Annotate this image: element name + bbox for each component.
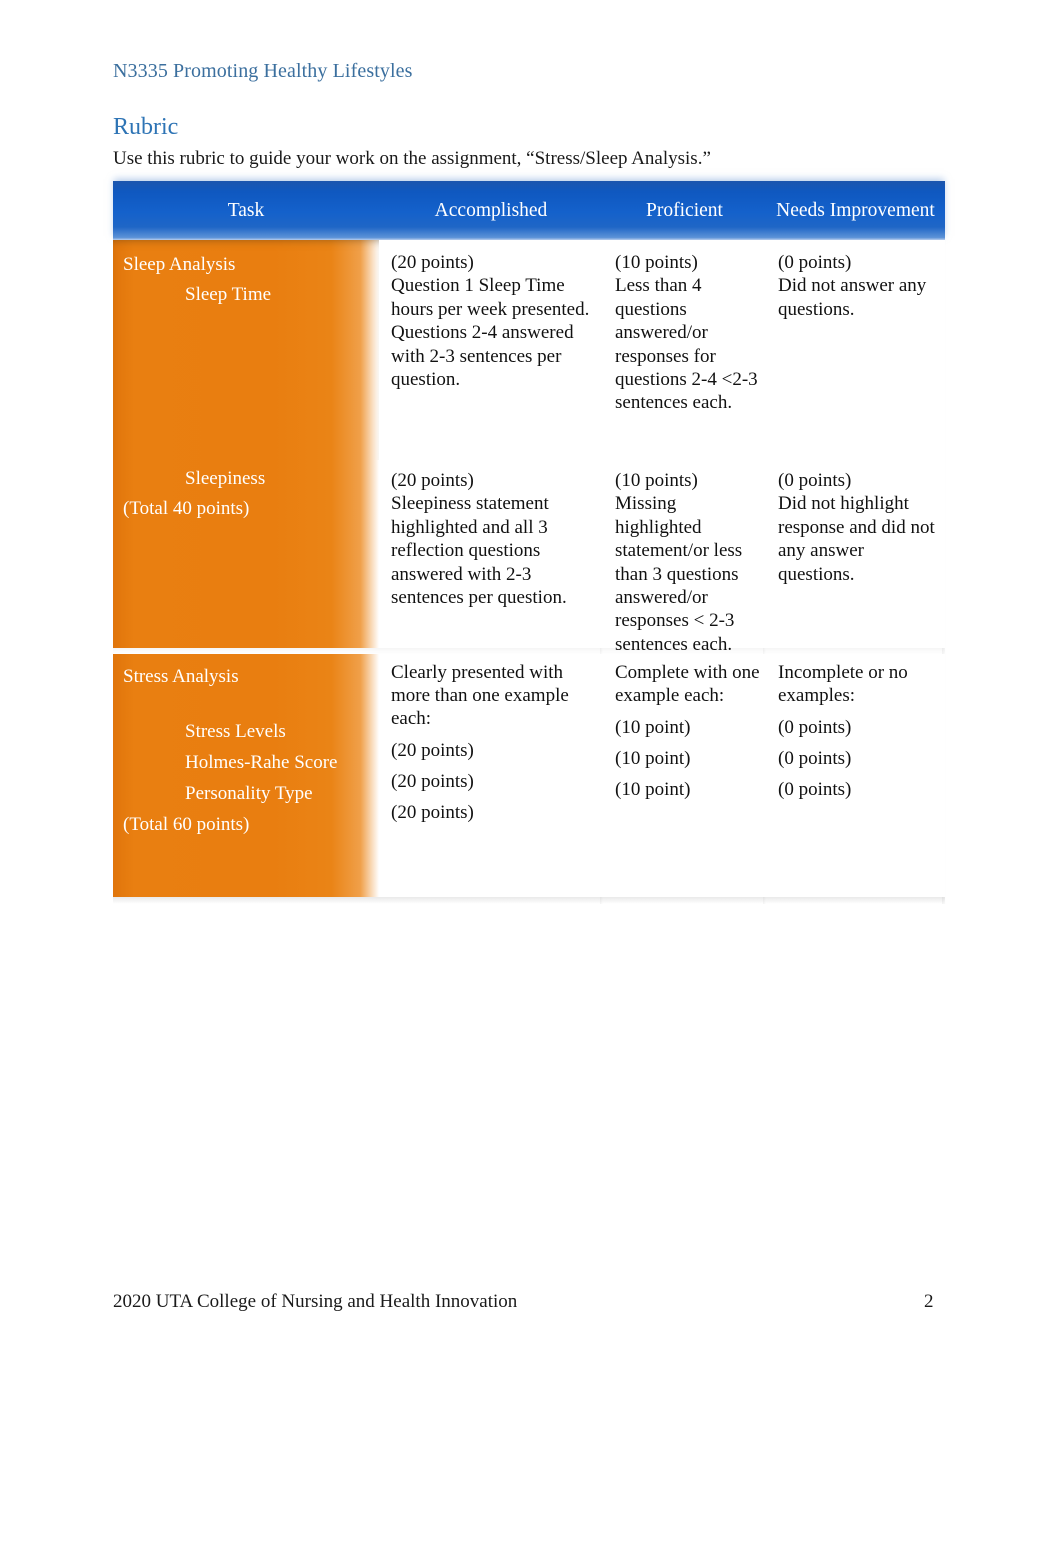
accomplished-cell: (20 points) Question 1 Sleep Time hours … xyxy=(379,240,603,460)
table-row: Sleepiness (Total 40 points) (20 points)… xyxy=(113,460,945,655)
points-label: (20 points) xyxy=(391,802,474,823)
needs-improvement-cell: (0 points) Did not answer any questions. xyxy=(766,240,945,460)
proficient-cell: (10 points) Less than 4 questions answer… xyxy=(603,240,766,460)
points-label: (10 points) xyxy=(615,252,698,273)
criteria-text: Less than 4 questions answered/or respon… xyxy=(615,275,758,414)
rubric-table: Task Accomplished Proficient Needs Impro… xyxy=(113,181,946,904)
column-header-task: Task xyxy=(227,199,265,221)
table-header-row: Task Accomplished Proficient Needs Impro… xyxy=(113,181,945,240)
task-subitem: Sleep Time xyxy=(185,284,272,305)
intro-paragraph: Use this rubric to guide your work on th… xyxy=(113,148,711,169)
task-cell: Stress Analysis Stress Levels Holmes-Rah… xyxy=(113,654,379,897)
criteria-text: Sleepiness statement highlighted and all… xyxy=(391,493,567,609)
proficient-cell: (10 points) Missing highlighted statemen… xyxy=(603,460,766,655)
table-row: Sleep Analysis Sleep Time (20 points) Qu… xyxy=(113,240,945,460)
page-title: Rubric xyxy=(113,114,179,140)
column-header-accomplished: Accomplished xyxy=(434,199,548,221)
points-label: (20 points) xyxy=(391,252,474,273)
points-label: (10 points) xyxy=(615,470,698,491)
task-subitem: Holmes-Rahe Score xyxy=(185,752,338,773)
column-header-needs-improvement: Needs Improvement xyxy=(776,199,935,221)
table-row: Stress Analysis Stress Levels Holmes-Rah… xyxy=(113,654,945,897)
criteria-text: Did not highlight response and did not a… xyxy=(778,493,935,585)
task-subitem: Personality Type xyxy=(185,783,313,804)
criteria-text: Question 1 Sleep Time hours per week pre… xyxy=(391,275,590,391)
points-label: (0 points) xyxy=(778,779,852,800)
points-label: (0 points) xyxy=(778,470,852,491)
needs-improvement-cell: (0 points) Did not highlight response an… xyxy=(766,460,945,648)
points-label: (10 point) xyxy=(615,748,691,769)
proficient-cell: Complete with one example each: (10 poin… xyxy=(603,654,766,897)
task-title: Stress Analysis xyxy=(123,666,239,687)
table-bottom-edge xyxy=(113,897,945,904)
points-label: (20 points) xyxy=(391,771,474,792)
column-header-proficient: Proficient xyxy=(646,199,723,221)
footer-copyright: 2020 UTA College of Nursing and Health I… xyxy=(113,1291,518,1312)
task-total: (Total 40 points) xyxy=(123,498,250,519)
points-label: (10 point) xyxy=(615,779,691,800)
points-label: (0 points) xyxy=(778,252,852,273)
accomplished-cell: (20 points) Sleepiness statement highlig… xyxy=(379,460,603,648)
accomplished-cell: Clearly presented with more than one exa… xyxy=(379,654,603,897)
task-total: (Total 60 points) xyxy=(123,814,250,835)
task-cell: Sleep Analysis Sleep Time xyxy=(113,240,379,460)
needs-improvement-cell: Incomplete or no examples: (0 points) (0… xyxy=(766,654,945,897)
footer-page-number: 2 xyxy=(924,1291,934,1312)
task-cell: Sleepiness (Total 40 points) xyxy=(113,460,379,648)
points-label: (10 point) xyxy=(615,717,691,738)
criteria-heading: Clearly presented with more than one exa… xyxy=(391,662,569,729)
document-page: N3335 Promoting Healthy Lifestyles Rubri… xyxy=(0,0,1062,1561)
table-body: Sleep Analysis Sleep Time (20 points) Qu… xyxy=(113,240,946,904)
task-subitem: Sleepiness xyxy=(185,468,266,489)
task-title: Sleep Analysis xyxy=(123,254,236,275)
points-label: (20 points) xyxy=(391,470,474,491)
points-label: (20 points) xyxy=(391,740,474,761)
task-subitem: Stress Levels xyxy=(185,721,286,742)
criteria-text: Did not answer any questions. xyxy=(778,275,927,320)
points-label: (0 points) xyxy=(778,717,852,738)
points-label: (0 points) xyxy=(778,748,852,769)
criteria-text: Missing highlighted statement/or less th… xyxy=(615,493,743,655)
criteria-heading: Incomplete or no examples: xyxy=(778,662,908,706)
running-header: N3335 Promoting Healthy Lifestyles xyxy=(113,60,413,82)
criteria-heading: Complete with one example each: xyxy=(615,662,760,706)
